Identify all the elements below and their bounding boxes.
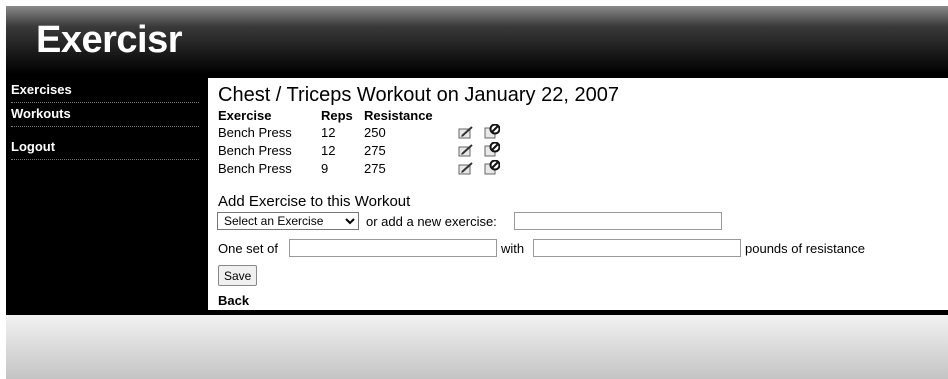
main-content: Chest / Triceps Workout on January 22, 2… <box>208 78 948 310</box>
page-title: Chest / Triceps Workout on January 22, 2… <box>218 84 619 106</box>
header-bar: Exercisr <box>6 6 948 74</box>
delete-icon[interactable] <box>484 160 500 175</box>
table-row-exercise: Bench Press <box>218 161 292 176</box>
table-row-resistance: 250 <box>364 125 386 140</box>
column-header-reps: Reps <box>321 108 353 123</box>
resistance-input[interactable] <box>533 239 741 257</box>
edit-icon[interactable] <box>458 126 474 139</box>
save-button[interactable]: Save <box>218 265 258 286</box>
back-link[interactable]: Back <box>218 293 249 308</box>
new-exercise-input[interactable] <box>514 212 722 230</box>
footer-bar <box>6 313 948 379</box>
sidebar-item-logout[interactable]: Logout <box>11 139 199 160</box>
delete-icon[interactable] <box>484 124 500 139</box>
table-row-reps: 12 <box>321 125 336 140</box>
edit-icon[interactable] <box>458 162 474 175</box>
table-row-resistance: 275 <box>364 143 386 158</box>
sidebar-item-workouts[interactable]: Workouts <box>11 106 199 127</box>
sidebar-item-exercises[interactable]: Exercises <box>11 82 199 103</box>
table-row-exercise: Bench Press <box>218 143 292 158</box>
new-exercise-label: or add a new exercise: <box>366 214 497 229</box>
app-logo[interactable]: Exercisr <box>36 18 183 62</box>
table-row-exercise: Bench Press <box>218 125 292 140</box>
edit-icon[interactable] <box>458 144 474 157</box>
pounds-label: pounds of resistance <box>745 241 865 256</box>
table-row-reps: 9 <box>321 161 329 176</box>
sidebar: Exercises Workouts Logout <box>6 78 204 310</box>
delete-icon[interactable] <box>484 142 500 157</box>
reps-input[interactable] <box>289 239 497 257</box>
table-row-resistance: 275 <box>364 161 386 176</box>
column-header-exercise: Exercise <box>218 108 272 123</box>
table-row-reps: 12 <box>321 143 336 158</box>
add-exercise-heading: Add Exercise to this Workout <box>218 193 411 210</box>
one-set-label: One set of <box>218 241 278 256</box>
column-header-resistance: Resistance <box>364 108 433 123</box>
exercise-select[interactable]: Select an Exercise <box>217 212 359 230</box>
with-label: with <box>501 241 525 256</box>
